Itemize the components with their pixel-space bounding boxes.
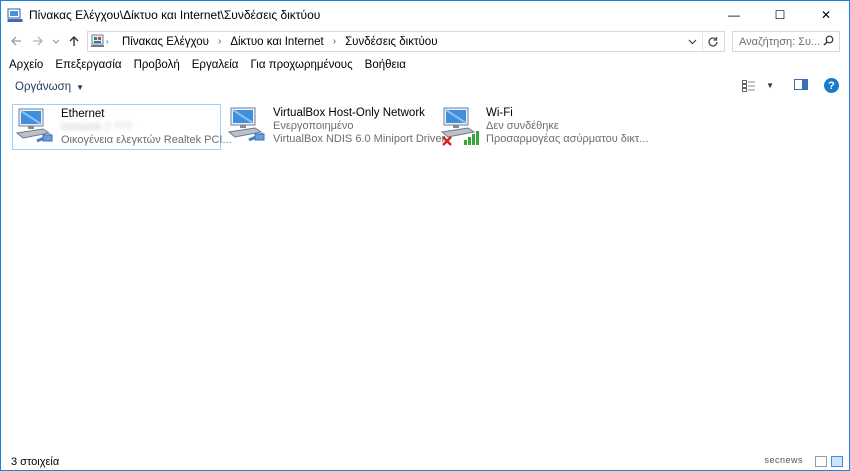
connection-status: Network 2 ??? — [61, 121, 132, 133]
list-item[interactable]: Ethernet Network 2 ??? Οικογένεια ελεγκτ… — [12, 104, 232, 150]
status-view-toggles — [815, 456, 843, 467]
search-placeholder: Αναζήτηση: Συ... — [739, 35, 821, 48]
connection-text: Ethernet Network 2 ??? Οικογένεια ελεγκτ… — [61, 105, 232, 149]
connection-status: Δεν συνδέθηκε — [486, 120, 559, 132]
maximize-button[interactable]: ☐ — [757, 1, 803, 29]
connection-device: Προσαρμογέας ασύρματου δικτ... — [486, 133, 649, 145]
command-bar-right: ▼ ? — [742, 78, 839, 93]
window-controls: — ☐ ✕ — [711, 1, 849, 29]
menu-item-file[interactable]: Αρχείο — [3, 59, 49, 71]
address-root-chevron-icon[interactable]: › — [106, 37, 109, 46]
status-bar: 3 στοιχεία secnews — [1, 453, 849, 471]
ethernet-adapter-icon — [15, 107, 57, 149]
view-options-caret-icon[interactable]: ▼ — [766, 81, 774, 90]
preview-pane-icon[interactable] — [794, 78, 808, 93]
breadcrumb-separator[interactable]: › — [333, 36, 336, 47]
connection-device: VirtualBox NDIS 6.0 Miniport Driver — [273, 133, 446, 145]
item-count: 3 στοιχεία — [11, 456, 60, 468]
connection-name: Ethernet — [61, 108, 105, 120]
list-item[interactable]: Wi-Fi Δεν συνδέθηκε Προσαρμογέας ασύρματ… — [438, 104, 648, 150]
connection-name: Wi-Fi — [486, 107, 513, 119]
tiles-view-icon[interactable] — [831, 456, 843, 467]
breadcrumb-item[interactable]: Πίνακας Ελέγχου — [122, 36, 209, 48]
search-icon[interactable] — [823, 35, 834, 49]
organize-label: Οργάνωση — [15, 81, 72, 93]
recent-locations-chevron-icon[interactable] — [49, 30, 63, 52]
virtualbox-adapter-icon — [227, 106, 269, 148]
up-arrow-icon[interactable] — [63, 30, 85, 52]
back-arrow-icon[interactable] — [5, 30, 27, 52]
connection-text: VirtualBox Host-Only Network Ενεργοποιημ… — [273, 104, 445, 150]
breadcrumb-item[interactable]: Δίκτυο και Internet — [230, 36, 323, 48]
menu-item-view[interactable]: Προβολή — [128, 59, 186, 71]
connection-status: Ενεργοποιημένο — [273, 120, 354, 132]
watermark: secnews — [764, 455, 803, 465]
title-bar[interactable]: Πίνακας Ελέγχου\Δίκτυο και Internet\Συνδ… — [1, 1, 849, 29]
caret-down-icon: ▼ — [76, 82, 85, 92]
list-item[interactable]: VirtualBox Host-Only Network Ενεργοποιημ… — [225, 104, 445, 150]
change-view-icon[interactable] — [742, 79, 756, 92]
refresh-icon[interactable] — [702, 32, 722, 51]
connection-device: Οικογένεια ελεγκτών Realtek PCI... — [61, 134, 232, 146]
details-view-icon[interactable] — [815, 456, 827, 467]
close-button[interactable]: ✕ — [803, 1, 849, 29]
breadcrumb-item[interactable]: Συνδέσεις δικτύου — [345, 36, 437, 48]
connection-name: VirtualBox Host-Only Network — [273, 107, 425, 119]
menu-item-edit[interactable]: Επεξεργασία — [49, 59, 127, 71]
breadcrumb: Πίνακας Ελέγχου › Δίκτυο και Internet › … — [122, 36, 438, 48]
minimize-button[interactable]: — — [711, 1, 757, 29]
window-title: Πίνακας Ελέγχου\Δίκτυο και Internet\Συνδ… — [29, 8, 321, 22]
network-connections-icon — [7, 7, 23, 23]
menu-item-tools[interactable]: Εργαλεία — [186, 59, 245, 71]
search-input[interactable]: Αναζήτηση: Συ... — [732, 31, 840, 52]
forward-arrow-icon[interactable] — [27, 30, 49, 52]
menu-item-advanced[interactable]: Για προχωρημένους — [244, 59, 358, 71]
control-panel-icon — [91, 34, 105, 51]
organize-button[interactable]: Οργάνωση ▼ — [15, 81, 84, 93]
menu-item-help[interactable]: Βοήθεια — [359, 59, 412, 71]
wifi-adapter-icon — [440, 106, 482, 148]
address-bar[interactable]: › Πίνακας Ελέγχου › Δίκτυο και Internet … — [87, 31, 725, 52]
connections-list: Ethernet Network 2 ??? Οικογένεια ελεγκτ… — [1, 100, 849, 452]
breadcrumb-separator[interactable]: › — [218, 36, 221, 47]
connection-text: Wi-Fi Δεν συνδέθηκε Προσαρμογέας ασύρματ… — [486, 104, 648, 150]
help-icon[interactable]: ? — [824, 78, 839, 93]
address-row: › Πίνακας Ελέγχου › Δίκτυο και Internet … — [1, 30, 849, 52]
menu-bar: Αρχείο Επεξεργασία Προβολή Εργαλεία Για … — [1, 56, 849, 74]
address-dropdown-chevron-icon[interactable] — [684, 32, 700, 51]
command-bar: Οργάνωση ▼ ▼ ? — [1, 76, 849, 98]
explorer-window: Πίνακας Ελέγχου\Δίκτυο και Internet\Συνδ… — [0, 0, 850, 471]
